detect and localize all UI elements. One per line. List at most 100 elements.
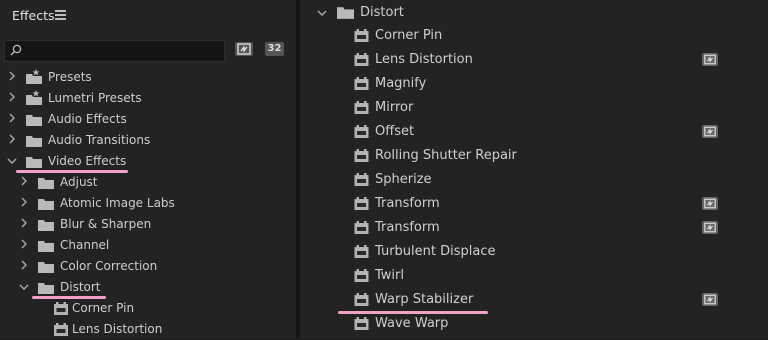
effect-label: Lens Distortion [375,52,473,67]
tree-item-lens-distortion[interactable]: Lens Distortion [0,319,296,340]
search-input[interactable] [27,42,221,60]
tree-item-corner-pin[interactable]: Corner Pin [0,298,296,319]
effect-row[interactable]: Offset [300,120,768,144]
folder-icon [38,199,54,210]
tree-item-blur-sharpen[interactable]: Blur & Sharpen [0,214,296,235]
highlight-warp-stabilizer [338,311,488,314]
accelerated-badge-icon [702,125,718,138]
folder-icon [26,115,42,126]
chevron-down-icon[interactable] [7,157,17,165]
tree-item-audio-effects[interactable]: Audio Effects [0,109,296,130]
tree-item-video-effects[interactable]: Video Effects [0,151,296,172]
folder-icon [26,157,42,168]
chevron-right-icon[interactable] [20,218,28,228]
effect-icon [354,293,369,306]
effect-row[interactable]: Wave Warp [300,312,768,336]
effect-row[interactable]: Rolling Shutter Repair [300,144,768,168]
tree-item-channel[interactable]: Channel [0,235,296,256]
effect-label: Wave Warp [375,316,449,331]
tree-item-label: Blur & Sharpen [60,217,152,231]
chevron-right-icon[interactable] [20,176,28,186]
chevron-down-icon[interactable] [19,283,29,291]
folder-label: Distort [360,5,404,20]
effect-row[interactable]: Magnify [300,72,768,96]
tree-item-presets[interactable]: Presets [0,67,296,88]
tree-item-label: Lens Distortion [72,322,163,336]
effect-icon [354,77,369,90]
distort-detail-panel: Distort Corner Pin Lens Distortion Magnify… [300,0,768,338]
effect-icon [354,101,369,114]
effect-row[interactable]: Transform [300,192,768,216]
chevron-right-icon[interactable] [8,92,16,102]
effect-label: Mirror [375,100,414,115]
effect-icon [354,125,369,138]
panel-header: Effects [0,0,296,34]
highlight-video-effects [16,170,128,173]
highlight-distort [32,296,106,299]
folder-icon [38,283,54,294]
effect-label: Warp Stabilizer [375,292,474,307]
effect-row[interactable]: Twirl [300,264,768,288]
chevron-down-icon[interactable] [317,9,327,17]
panel-menu-icon[interactable] [55,10,66,20]
preset-folder-icon [26,69,42,84]
folder-icon [26,136,42,147]
effects-panel: Effects 32 Presets Lumetri Presets Audio… [0,0,296,338]
chevron-right-icon[interactable] [8,134,16,144]
effect-row[interactable]: Transform [300,216,768,240]
tree-item-label: Video Effects [48,154,127,168]
effect-label: Transform [375,220,440,235]
folder-icon [38,262,54,273]
effect-label: Corner Pin [375,28,443,43]
effect-icon [354,29,369,42]
folder-row-distort[interactable]: Distort [300,1,768,25]
accelerated-icon [237,43,251,55]
tree-item-label: Adjust [60,175,98,189]
chevron-right-icon[interactable] [8,71,16,81]
effect-icon [354,221,369,234]
tree-item-adjust[interactable]: Adjust [0,172,296,193]
folder-icon [38,178,54,189]
search-field[interactable] [4,40,225,62]
accelerated-badge-icon [702,293,718,306]
tree-item-label: Corner Pin [72,301,135,315]
chevron-right-icon[interactable] [20,197,28,207]
effect-icon [354,317,369,330]
tree-item-audio-transitions[interactable]: Audio Transitions [0,130,296,151]
tree-item-label: Distort [60,280,101,294]
tree-item-lumetri-presets[interactable]: Lumetri Presets [0,88,296,109]
chevron-right-icon[interactable] [20,260,28,270]
32bit-effects-filter-button[interactable]: 32 [265,42,284,56]
effect-label: Turbulent Displace [375,244,496,259]
panel-title: Effects [12,8,55,23]
tree-item-label: Color Correction [60,259,158,273]
tree-item-distort[interactable]: Distort [0,277,296,298]
chevron-right-icon[interactable] [8,113,16,123]
tree-item-label: Lumetri Presets [48,91,142,105]
effect-row[interactable]: Turbulent Displace [300,240,768,264]
effect-icon [354,245,369,258]
accelerated-badge-icon [702,197,718,210]
effect-row[interactable]: Corner Pin [300,24,768,48]
effect-label: Rolling Shutter Repair [375,148,517,163]
search-icon [10,44,22,56]
effect-icon [354,197,369,210]
accelerated-effects-filter-button[interactable] [235,42,253,56]
effect-icon [354,173,369,186]
effect-label: Offset [375,124,415,139]
tree-item-label: Atomic Image Labs [60,196,175,210]
tree-item-label: Channel [60,238,110,252]
effect-row[interactable]: Lens Distortion [300,48,768,72]
effect-label: Transform [375,196,440,211]
effect-icon [54,302,68,315]
effect-row[interactable]: Spherize [300,168,768,192]
folder-icon [337,7,354,19]
tree-item-color-correction[interactable]: Color Correction [0,256,296,277]
effect-icon [54,323,68,336]
effect-row[interactable]: Warp Stabilizer [300,288,768,312]
chevron-right-icon[interactable] [20,239,28,249]
effect-icon [354,269,369,282]
tree-item-atomic-image-labs[interactable]: Atomic Image Labs [0,193,296,214]
effect-row[interactable]: Mirror [300,96,768,120]
effect-icon [354,149,369,162]
